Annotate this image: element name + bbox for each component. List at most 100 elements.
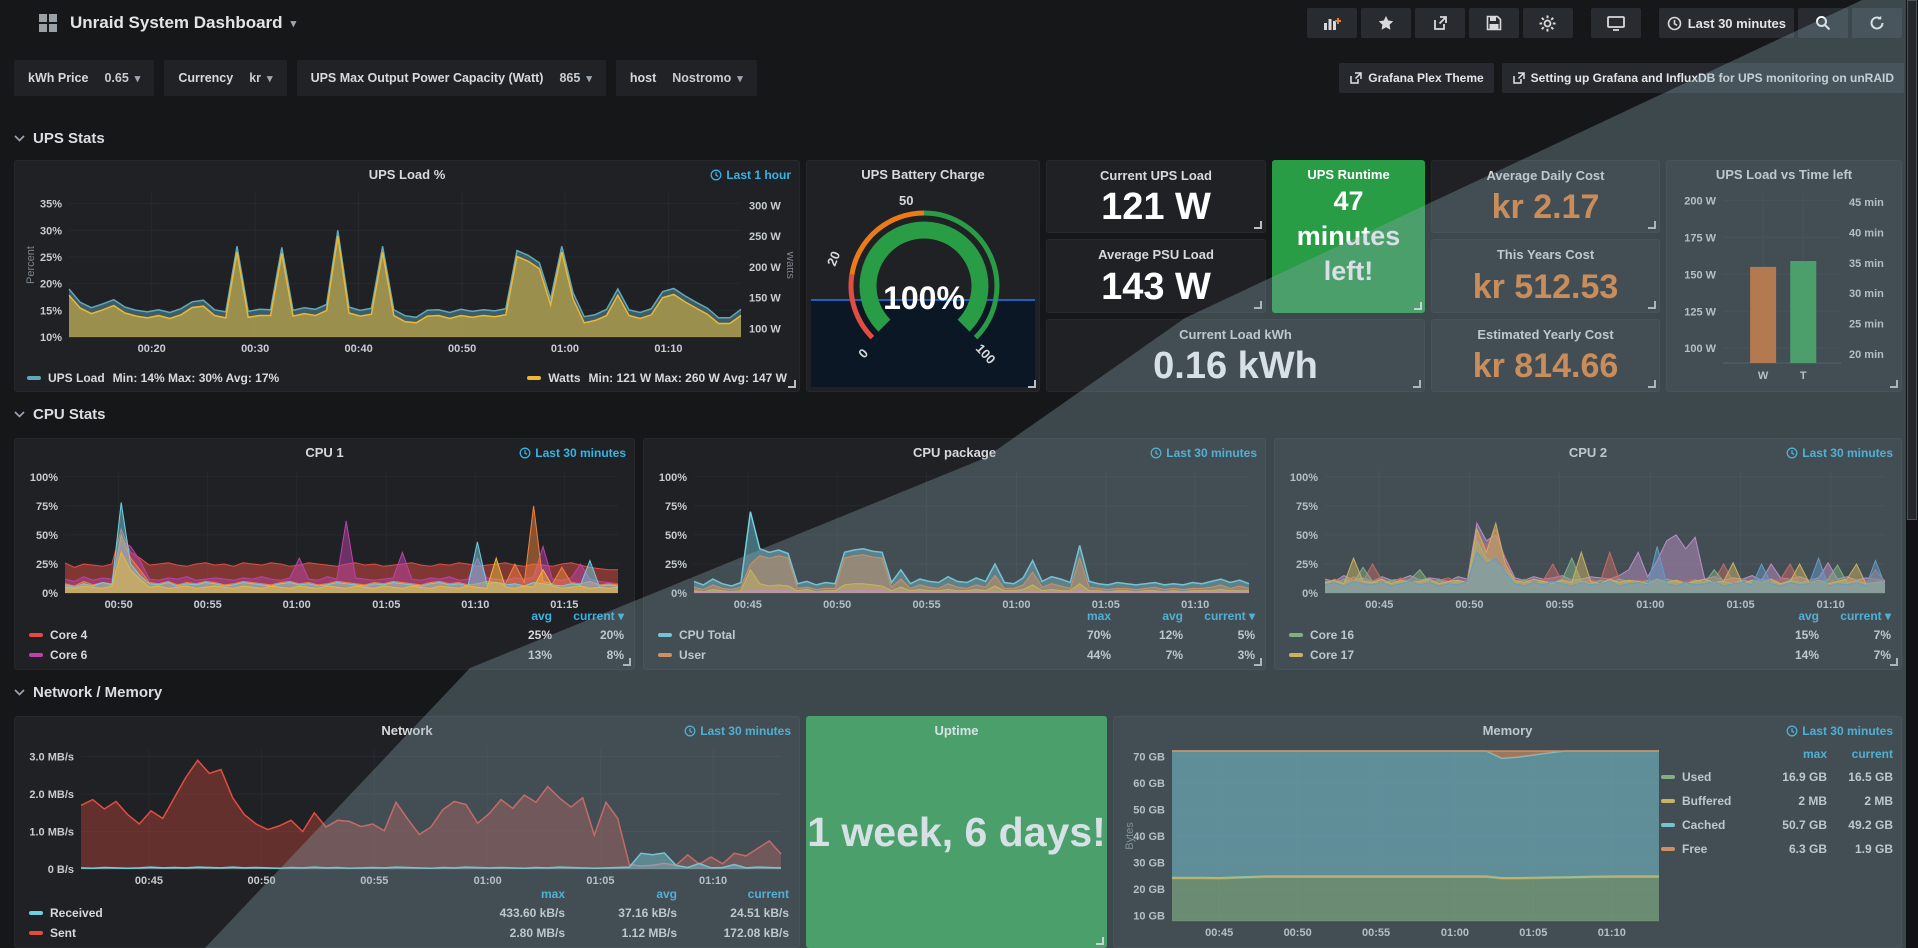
legend-series-color xyxy=(1289,633,1303,637)
search-button[interactable] xyxy=(1798,8,1848,38)
legend-series-name[interactable]: Core 6 xyxy=(50,648,87,662)
legend-sort-column[interactable]: current xyxy=(677,887,789,901)
legend-sort-column[interactable]: current ▾ xyxy=(1819,609,1891,623)
panel-resize-handle[interactable] xyxy=(1648,221,1656,229)
chart-svg: 00:4500:5000:5501:0001:0501:100%25%50%75… xyxy=(1283,463,1895,611)
legend-series-name[interactable]: Cached xyxy=(1682,818,1725,832)
legend-sort-column[interactable]: avg xyxy=(1111,609,1183,623)
stat-value: 47 minutes left! xyxy=(1278,184,1419,289)
cycle-view-button[interactable] xyxy=(1591,8,1641,38)
svg-text:00:30: 00:30 xyxy=(241,343,269,355)
panel-time-range[interactable]: Last 30 minutes xyxy=(519,446,626,460)
svg-text:00:50: 00:50 xyxy=(448,343,476,355)
legend-series-name[interactable]: Watts xyxy=(548,371,580,385)
legend-series-name[interactable]: Core 4 xyxy=(50,628,87,642)
panel-resize-handle[interactable] xyxy=(1028,380,1036,388)
legend-series-name[interactable]: UPS Load xyxy=(48,371,105,385)
section-network-memory[interactable]: Network / Memory xyxy=(14,684,162,701)
dashboard-title[interactable]: Unraid System Dashboard ▾ xyxy=(70,13,296,33)
add-panel-button[interactable] xyxy=(1307,8,1357,38)
share-button[interactable] xyxy=(1415,8,1465,38)
legend-series-name[interactable]: User xyxy=(679,648,706,662)
panel-resize-handle[interactable] xyxy=(1413,380,1421,388)
panel-time-range[interactable]: Last 30 minutes xyxy=(1786,724,1893,738)
legend-series-name[interactable]: CPU Total xyxy=(679,628,735,642)
legend-series-color xyxy=(29,633,43,637)
panel-title: UPS Battery Charge xyxy=(837,167,1009,182)
legend-value: 172.08 kB/s xyxy=(677,926,789,940)
legend-series-name[interactable]: Core 17 xyxy=(1310,648,1354,662)
svg-text:250 W: 250 W xyxy=(749,231,781,243)
variable-host[interactable]: host Nostromo▾ xyxy=(616,60,757,96)
scrollbar[interactable] xyxy=(1906,0,1918,948)
legend-sort-column[interactable]: max xyxy=(1039,609,1111,623)
variable-value-dropdown[interactable]: Nostromo▾ xyxy=(672,71,743,85)
legend-value: 2.80 MB/s xyxy=(453,926,565,940)
svg-text:W: W xyxy=(1758,370,1769,382)
stat-value: kr 512.53 xyxy=(1432,262,1659,312)
panel-resize-handle[interactable] xyxy=(1890,380,1898,388)
legend-sort-column[interactable]: max xyxy=(453,887,565,901)
link-influxdb-setup[interactable]: Setting up Grafana and InfluxDB for UPS … xyxy=(1502,63,1904,93)
svg-text:100 W: 100 W xyxy=(749,323,781,335)
svg-text:10 GB: 10 GB xyxy=(1133,911,1165,923)
variable-value-dropdown[interactable]: kr▾ xyxy=(249,71,272,85)
legend-sort-column[interactable]: current ▾ xyxy=(552,609,624,623)
dashboard-grid-icon[interactable] xyxy=(38,13,58,33)
panel-resize-handle[interactable] xyxy=(1648,301,1656,309)
settings-button[interactable] xyxy=(1523,8,1573,38)
legend-series-name[interactable]: Received xyxy=(50,906,103,920)
legend-series-name[interactable]: Core 16 xyxy=(1310,628,1354,642)
panel-time-range[interactable]: Last 30 minutes xyxy=(1786,446,1893,460)
panel-resize-handle[interactable] xyxy=(1414,302,1422,310)
legend-row: Core 1615%7% xyxy=(1289,625,1891,645)
time-range-picker[interactable]: Last 30 minutes xyxy=(1659,8,1794,38)
legend-series-name[interactable]: Buffered xyxy=(1682,794,1731,808)
variable-kwh-price[interactable]: kWh Price 0.65▾ xyxy=(14,60,154,96)
legend-sort-column[interactable]: max xyxy=(1761,747,1827,761)
panel-resize-handle[interactable] xyxy=(1890,658,1898,666)
section-ups-stats[interactable]: UPS Stats xyxy=(14,130,105,147)
panel-resize-handle[interactable] xyxy=(788,380,796,388)
legend-sort-column[interactable]: avg xyxy=(565,887,677,901)
panel-time-range[interactable]: Last 30 minutes xyxy=(684,724,791,738)
variable-ups-max-output[interactable]: UPS Max Output Power Capacity (Watt) 865… xyxy=(297,60,606,96)
link-grafana-plex-theme[interactable]: Grafana Plex Theme xyxy=(1339,63,1493,93)
panel-resize-handle[interactable] xyxy=(1254,221,1262,229)
svg-text:20%: 20% xyxy=(40,279,62,291)
panel-resize-handle[interactable] xyxy=(1254,301,1262,309)
section-cpu-stats[interactable]: CPU Stats xyxy=(14,406,106,423)
legend-series-name[interactable]: Used xyxy=(1682,770,1711,784)
panel-resize-handle[interactable] xyxy=(1648,380,1656,388)
panel-resize-handle[interactable] xyxy=(1254,658,1262,666)
legend-value: 20% xyxy=(552,628,624,642)
variable-value-dropdown[interactable]: 865▾ xyxy=(559,71,591,85)
variable-currency[interactable]: Currency kr▾ xyxy=(164,60,286,96)
refresh-button[interactable] xyxy=(1852,8,1902,38)
svg-text:0: 0 xyxy=(855,346,871,362)
add-panel-icon xyxy=(1323,15,1341,31)
legend-row: User44%7%3% xyxy=(658,645,1255,665)
svg-text:40 min: 40 min xyxy=(1849,227,1884,239)
svg-text:50: 50 xyxy=(899,193,913,208)
panel-time-range[interactable]: Last 30 minutes xyxy=(1150,446,1257,460)
svg-text:30 GB: 30 GB xyxy=(1133,858,1165,870)
legend-sort-column[interactable]: avg xyxy=(480,609,552,623)
legend-value: 13% xyxy=(480,648,552,662)
legend-sort-column[interactable]: avg xyxy=(1747,609,1819,623)
variable-value-dropdown[interactable]: 0.65▾ xyxy=(104,71,140,85)
legend-series-name[interactable]: Sent xyxy=(50,926,76,940)
star-button[interactable] xyxy=(1361,8,1411,38)
svg-text:0 B/s: 0 B/s xyxy=(48,864,74,876)
legend-sort-column[interactable]: current xyxy=(1827,747,1893,761)
scrollbar-thumb[interactable] xyxy=(1907,0,1917,520)
panel-resize-handle[interactable] xyxy=(623,658,631,666)
save-button[interactable] xyxy=(1469,8,1519,38)
panel-resize-handle[interactable] xyxy=(1096,937,1104,945)
legend-sort-column[interactable]: current ▾ xyxy=(1183,609,1255,623)
legend-value: 8% xyxy=(552,648,624,662)
legend-row: Used16.9 GB16.5 GB xyxy=(1661,765,1893,789)
panel-time-range[interactable]: Last 1 hour xyxy=(710,168,791,182)
legend-series-name[interactable]: Free xyxy=(1682,842,1707,856)
svg-text:25%: 25% xyxy=(40,252,62,264)
